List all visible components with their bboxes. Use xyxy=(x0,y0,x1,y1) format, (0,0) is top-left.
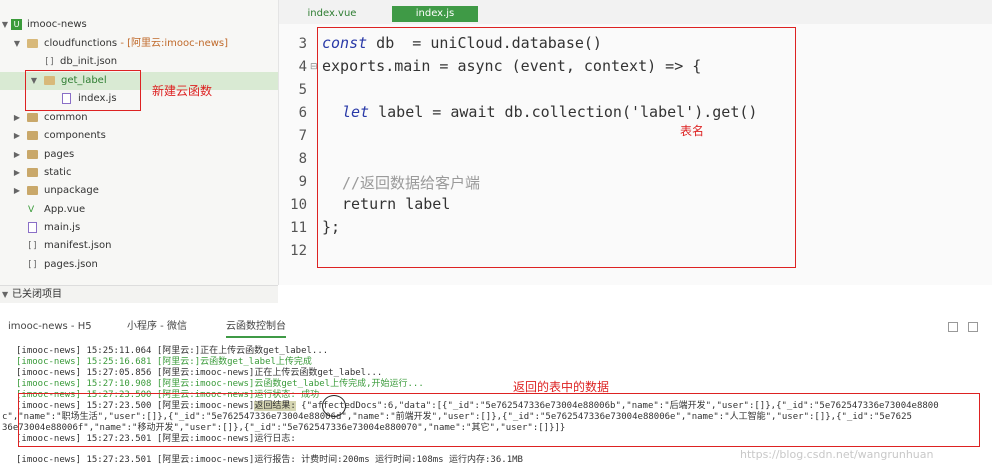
project-explorer: ▼ U imooc-news ▼ cloudfunctions - [阿里云:i… xyxy=(0,0,279,285)
js-file-icon xyxy=(28,222,37,233)
tree-item-main-js[interactable]: main.js xyxy=(0,219,278,237)
tree-item-label: cloudfunctions - [阿里云:imooc-news] xyxy=(44,38,229,49)
line-number: 7 xyxy=(298,128,307,144)
line-number: 9 xyxy=(298,174,307,190)
tree-item-unpackage[interactable]: ▶ unpackage xyxy=(0,182,278,200)
json-file-icon: [] xyxy=(27,241,38,251)
tree-item-cloudfunctions[interactable]: ▼ cloudfunctions - [阿里云:imooc-news] xyxy=(0,35,278,53)
tree-item-label: pages.json xyxy=(44,259,98,270)
chevron-right-icon[interactable]: ▶ xyxy=(12,109,22,127)
tree-item-common[interactable]: ▶ common xyxy=(0,109,278,127)
folder-icon xyxy=(27,168,38,177)
clear-console-icon[interactable] xyxy=(948,322,958,332)
console-tab-bar: imooc-news - H5 小程序 - 微信 云函数控制台 xyxy=(0,318,992,338)
folder-icon xyxy=(27,186,38,195)
line-number: 4 xyxy=(298,59,307,75)
highlight-box-returned-data xyxy=(18,393,980,447)
closed-projects-label: 已关闭项目 xyxy=(12,289,62,300)
folder-icon xyxy=(27,131,38,140)
annotation-returned-data: 返回的表中的数据 xyxy=(513,380,610,394)
tab-cloud-console[interactable]: 云函数控制台 xyxy=(226,318,286,338)
vue-file-icon: V xyxy=(28,205,35,215)
folder-icon xyxy=(27,113,38,122)
annotation-new-cloud-function: 新建云函数 xyxy=(152,84,213,98)
annotation-table-name: 表名 xyxy=(680,124,705,138)
line-number: 12 xyxy=(290,243,307,259)
editor-tab-bar: index.vue index.js xyxy=(279,0,992,24)
tab-index-vue[interactable]: index.vue xyxy=(297,6,367,22)
log-line: [imooc-news] 15:25:11.064 [阿里云:]正在上传云函数g… xyxy=(16,346,329,356)
tree-item-label: common xyxy=(44,112,88,123)
tree-item-label: static xyxy=(44,167,72,178)
project-icon: U xyxy=(11,19,22,30)
tree-item-label: db_init.json xyxy=(60,56,118,67)
line-number: 11 xyxy=(290,220,307,236)
chevron-down-icon[interactable]: ▼ xyxy=(12,35,22,53)
tree-item-static[interactable]: ▶ static xyxy=(0,164,278,182)
minimize-panel-icon[interactable] xyxy=(968,322,978,332)
chevron-right-icon[interactable]: ▶ xyxy=(12,127,22,145)
chevron-down-icon[interactable]: ▼ xyxy=(0,16,10,34)
tree-item-label: components xyxy=(44,130,106,141)
tree-item-db-init[interactable]: [] db_init.json xyxy=(0,53,278,71)
json-file-icon: [] xyxy=(44,57,55,67)
tree-item-components[interactable]: ▶ components xyxy=(0,127,278,145)
chevron-right-icon[interactable]: ▶ xyxy=(12,182,22,200)
line-number: 6 xyxy=(298,105,307,121)
highlight-box-new-function xyxy=(25,70,141,111)
line-number: 3 xyxy=(298,36,307,52)
tree-item-label: App.vue xyxy=(44,204,86,215)
tree-item-pages[interactable]: ▶ pages xyxy=(0,146,278,164)
cloud-provider-tag: - [阿里云:imooc-news] xyxy=(117,38,229,49)
mouse-cursor-highlight xyxy=(322,395,346,417)
line-number: 5 xyxy=(298,82,307,98)
line-number: 8 xyxy=(298,151,307,167)
folder-icon xyxy=(27,150,38,159)
chevron-right-icon[interactable]: ▶ xyxy=(12,164,22,182)
tree-item-label: main.js xyxy=(44,222,81,233)
json-file-icon: [] xyxy=(27,260,38,270)
tree-item-app-vue[interactable]: V App.vue xyxy=(0,201,278,219)
tree-item-label: pages xyxy=(44,149,75,160)
tree-item-label: manifest.json xyxy=(44,240,112,251)
log-line: [imooc-news] 15:27:10.908 [阿里云:imooc-new… xyxy=(16,379,424,389)
log-line: [imooc-news] 15:25:16.681 [阿里云:]云函数get_l… xyxy=(16,357,312,367)
tab-wechat[interactable]: 小程序 - 微信 xyxy=(127,318,187,336)
line-number: 10 xyxy=(290,197,307,213)
highlight-box-code xyxy=(317,27,796,268)
tab-h5[interactable]: imooc-news - H5 xyxy=(8,318,92,336)
closed-projects-section[interactable]: ▼ 已关闭项目 xyxy=(0,285,278,303)
log-line: [imooc-news] 15:27:23.501 [阿里云:imooc-new… xyxy=(16,455,523,465)
project-name: imooc-news xyxy=(27,19,87,30)
tree-item-label: unpackage xyxy=(44,185,99,196)
tree-project-root[interactable]: ▼ U imooc-news xyxy=(0,16,278,34)
log-line: [imooc-news] 15:27:05.856 [阿里云:imooc-new… xyxy=(16,368,383,378)
folder-open-icon xyxy=(27,39,38,48)
tree-item-manifest-json[interactable]: [] manifest.json xyxy=(0,237,278,255)
chevron-down-icon[interactable]: ▼ xyxy=(2,286,8,303)
watermark: https://blog.csdn.net/wangrunhuan xyxy=(740,448,934,461)
tree-item-pages-json[interactable]: [] pages.json xyxy=(0,256,278,274)
tab-index-js[interactable]: index.js xyxy=(392,6,478,22)
chevron-right-icon[interactable]: ▶ xyxy=(12,146,22,164)
